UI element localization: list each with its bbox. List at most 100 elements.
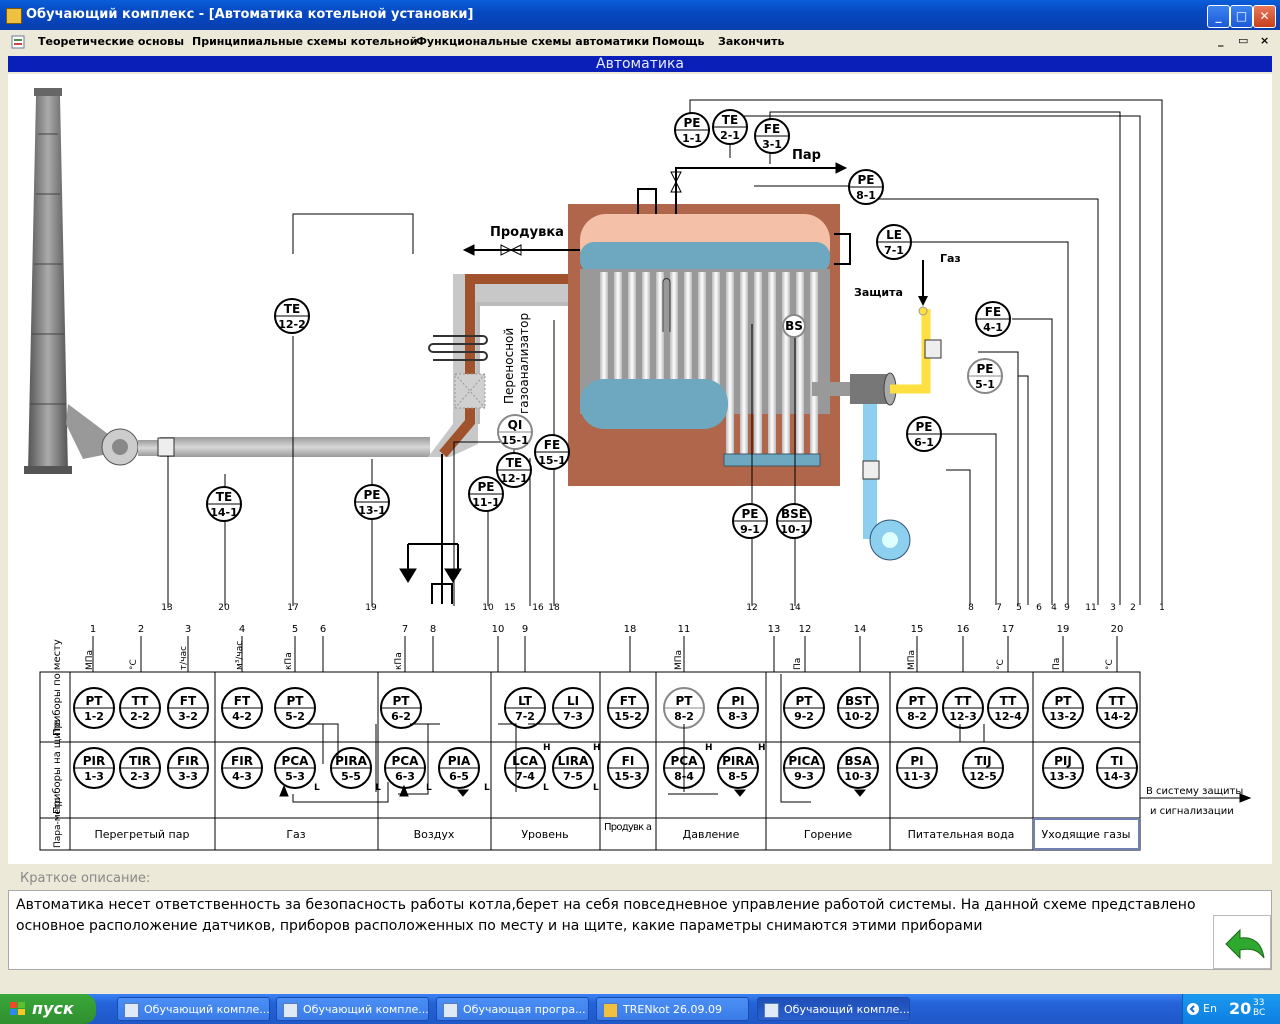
back-button[interactable] (1213, 915, 1271, 969)
local-instrument-9-number: 8-2 (674, 710, 694, 723)
line-number: 6 (1036, 603, 1042, 613)
parameter-label[interactable]: Уходящие газы (1042, 828, 1131, 841)
channel-number: 12 (799, 624, 812, 635)
unit-label: °С (1105, 659, 1115, 670)
parameter-label[interactable]: Питательная вода (908, 828, 1015, 841)
field-instrument-pe111-number: 11-1 (472, 496, 500, 509)
field-instrument-bs-type: BS (785, 319, 803, 333)
window-titlebar[interactable]: Обучающий комплекс - [Автоматика котельн… (0, 0, 1280, 30)
menu-functional-schemes[interactable]: Функциональные схемы автоматики (416, 35, 649, 48)
menu-finish[interactable]: Закончить (718, 35, 784, 48)
taskbar-item-4[interactable]: TRENkot 26.09.09 (596, 997, 749, 1021)
channel-number: 9 (522, 624, 528, 635)
panel-instrument-14: BSA 10-3 (837, 747, 879, 789)
channel-number: 4 (239, 624, 245, 635)
line-numbers: 13 20 17 19 10 15 16 18 12 14 8 7 5 6 4 9 11 3 2 1 (161, 603, 1165, 613)
field-instrument-pe81: PE 8-1 (848, 169, 884, 205)
channel-number: 10 (492, 624, 505, 635)
panel-instrument-13-type: PICA (788, 754, 820, 768)
local-instrument-17: TT 14-2 (1096, 687, 1138, 729)
alarm-mark: H (758, 743, 766, 753)
minimize-button[interactable]: _ (1207, 5, 1230, 28)
taskbar-item-3[interactable]: Обучающая програ... (436, 997, 589, 1021)
field-instrument-pe51-number: 5-1 (975, 378, 995, 391)
mdi-close-button[interactable]: × (1260, 34, 1269, 47)
panel-instrument-4-number: 5-3 (285, 770, 305, 783)
mdi-restore-button[interactable]: ▭ (1238, 34, 1248, 47)
alarm-mark: H (593, 743, 601, 753)
local-instrument-11-type: PT (796, 694, 814, 708)
line-number: 9 (1064, 603, 1070, 613)
description-box: Автоматика несет ответственность за безо… (8, 890, 1272, 970)
field-instrument-pe81-type: PE (858, 173, 875, 187)
taskbar: пуск Обучающий компле... Обучающий компл… (0, 994, 1280, 1024)
panel-instrument-16-type: TIJ (974, 754, 991, 768)
parameter-label[interactable]: Газ (286, 828, 305, 841)
parameter-label[interactable]: Уровень (521, 828, 568, 841)
panel-instrument-1-number: 2-3 (130, 770, 150, 783)
local-instrument-3: FT 4-2 (221, 687, 263, 729)
field-instrument-pe91-type: PE (742, 507, 759, 521)
channel-number: 7 (402, 624, 408, 635)
clock-hours[interactable]: 20 (1229, 999, 1251, 1018)
taskbar-item-5[interactable]: Обучающий компле... (757, 997, 910, 1021)
channel-number: 14 (854, 624, 867, 635)
local-instrument-8-number: 15-2 (614, 710, 642, 723)
parameter-label[interactable]: Перегретый пар (95, 828, 190, 841)
panel-instrument-9: LIRA 7-5 (552, 747, 594, 789)
local-instrument-15-type: TT (1000, 694, 1017, 708)
panel-instrument-9-type: LIRA (558, 754, 589, 768)
line-number: 15 (504, 603, 515, 613)
local-instrument-12-type: BST (845, 694, 872, 708)
flue-duct (157, 274, 603, 458)
field-instrument-qi151: QI 15-1 (497, 414, 533, 450)
tray-expand-icon[interactable] (1186, 1002, 1200, 1016)
parameter-label[interactable]: Воздух (414, 828, 455, 841)
line-number: 20 (218, 603, 230, 613)
local-instrument-11: PT 9-2 (783, 687, 825, 729)
taskbar-item-1[interactable]: Обучающий компле... (117, 997, 270, 1021)
document-icon (11, 35, 25, 49)
field-instrument-le71: LE 7-1 (876, 224, 912, 260)
unit-label: МПа (907, 650, 917, 670)
unit-label: °С (129, 659, 139, 670)
analyzer-label-1: Переносной (502, 328, 516, 404)
channel-number: 6 (320, 624, 326, 635)
units-labels: МПа °С т/час м³/час кПа кПа МПа Па МПа °С Па °С (85, 641, 1115, 670)
language-indicator[interactable]: En (1203, 1002, 1217, 1015)
field-instrument-te122-type: TE (284, 302, 300, 316)
blowdown-label: Продувка (490, 225, 564, 240)
alarm-mark: L (314, 783, 320, 793)
panel-instrument-17: PIJ 13-3 (1042, 747, 1084, 789)
maximize-button[interactable]: □ (1230, 5, 1253, 28)
unit-label: Па (793, 658, 803, 670)
local-instrument-3-number: 4-2 (232, 710, 252, 723)
menu-help[interactable]: Помощь (652, 35, 704, 48)
panel-instrument-9-number: 7-5 (563, 770, 583, 783)
field-instrument-te141-number: 14-1 (210, 506, 238, 519)
channel-number: 15 (911, 624, 924, 635)
panel-instrument-10-type: FI (622, 754, 635, 768)
close-button[interactable]: ✕ (1253, 5, 1276, 28)
line-number: 4 (1051, 603, 1057, 613)
taskbar-item-label: Обучающий компле... (784, 1003, 910, 1016)
local-instrument-7-type: LI (567, 694, 579, 708)
local-instrument-1-number: 2-2 (130, 710, 150, 723)
local-instrument-6: LT 7-2 (504, 687, 546, 729)
alarm-mark: L (593, 783, 599, 793)
panel-instrument-17-number: 13-3 (1049, 770, 1077, 783)
taskbar-item-2[interactable]: Обучающий компле... (276, 997, 429, 1021)
field-instrument-fe41-number: 4-1 (983, 321, 1003, 334)
parameter-label[interactable]: Горение (804, 828, 853, 841)
panel-instrument-2-number: 3-3 (178, 770, 198, 783)
local-instrument-0-type: PT (86, 694, 104, 708)
menu-theory[interactable]: Теоретические основы (38, 35, 184, 48)
parameter-label[interactable]: Давление (683, 828, 740, 841)
field-instrument-pe61-number: 6-1 (914, 436, 934, 449)
field-instrument-te141: TE 14-1 (206, 486, 242, 522)
local-instrument-10-number: 8-3 (728, 710, 748, 723)
mdi-minimize-button[interactable]: _ (1218, 34, 1224, 47)
field-instrument-bs: BS (782, 314, 806, 338)
menu-principal-schemes[interactable]: Принципиальные схемы котельной (192, 35, 417, 48)
start-button[interactable]: пуск (0, 994, 96, 1024)
